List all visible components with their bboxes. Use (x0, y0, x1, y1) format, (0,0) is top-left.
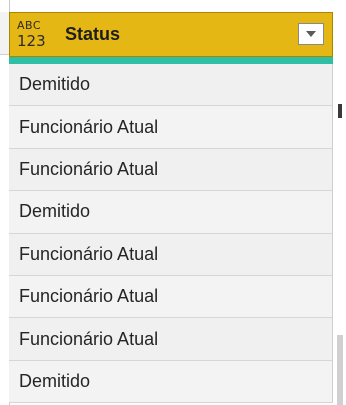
column-quality-bar[interactable] (9, 57, 333, 64)
table-cell[interactable]: Funcionário Atual (9, 275, 333, 319)
vertical-scrollbar[interactable] (334, 0, 346, 405)
previous-column-header[interactable] (0, 12, 9, 55)
column-cells: Demitido Funcionário Atual Funcionário Atu… (9, 64, 333, 404)
scrollbar-thumb[interactable] (337, 335, 343, 405)
table-cell[interactable]: Demitido (9, 360, 333, 404)
chevron-down-icon (306, 31, 316, 37)
text-any-type-icon[interactable]: ABC 123 (17, 16, 57, 54)
status-column: ABC 123 Status Demitido Funcionário Atual… (9, 0, 334, 405)
table-cell[interactable]: Funcionário Atual (9, 318, 333, 361)
type-icon-123: 123 (17, 32, 46, 50)
table-cell[interactable]: Funcionário Atual (9, 233, 333, 276)
scroll-position-marker (338, 104, 342, 118)
table-cell[interactable]: Demitido (9, 64, 333, 107)
column-filter-dropdown-button[interactable] (298, 23, 324, 45)
table-cell[interactable]: Funcionário Atual (9, 148, 333, 192)
type-icon-abc: ABC (17, 19, 42, 32)
table-cell[interactable]: Demitido (9, 191, 333, 234)
table-cell[interactable]: Funcionário Atual (9, 106, 333, 149)
data-preview-grid: ABC 123 Status Demitido Funcionário Atual… (0, 0, 346, 405)
column-header-status[interactable]: ABC 123 Status (9, 12, 333, 57)
column-title: Status (65, 24, 121, 44)
